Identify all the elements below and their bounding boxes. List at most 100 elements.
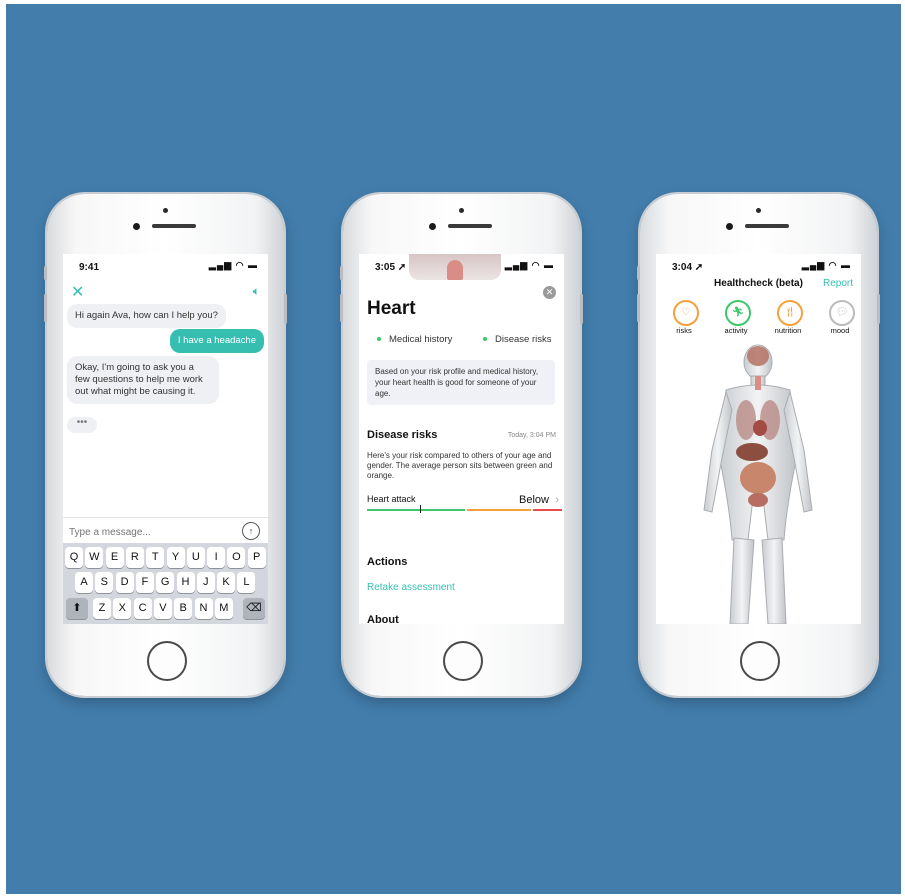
scale-orange [467, 509, 531, 511]
earpiece-speaker [448, 224, 492, 228]
risk-marker [419, 505, 421, 513]
close-icon[interactable]: ✕ [543, 286, 556, 299]
category-label-risks: risks [676, 326, 692, 335]
key-f[interactable]: F [135, 572, 154, 593]
healthcheck-screen: 3:04 ➚ ▂▄▆ ◠ ▬ Healthcheck (beta) Report… [656, 254, 861, 624]
phone-heart: 3:05 ➚ ▂▄▆ ◠ ▬ ✕ Heart Medical history D… [340, 194, 583, 696]
key-x[interactable]: X [113, 598, 132, 619]
key-a[interactable]: A [75, 572, 93, 593]
key-e[interactable]: E [105, 547, 124, 568]
status-bar: 9:41 ▂▄▆ ◠ ▬ [63, 254, 268, 280]
section-title-actions: Actions [367, 556, 408, 568]
status-bar: 3:04 ➚ ▂▄▆ ◠ ▬ [656, 254, 861, 280]
shift-key[interactable]: ⬆ [66, 598, 88, 619]
anatomy-body-illustration[interactable] [656, 340, 861, 624]
message-composer: ↑ [63, 517, 268, 544]
phone-chat: 9:41 ▂▄▆ ◠ ▬ ✕ 🔈︎ Hi again Ava, how can … [44, 194, 287, 696]
tab-disease-risks[interactable]: Disease risks [483, 334, 552, 345]
tab-medical-history[interactable]: Medical history [377, 334, 452, 345]
key-s[interactable]: S [95, 572, 114, 593]
key-y[interactable]: Y [166, 547, 185, 568]
risk-description: Here's your risk compared to others of y… [367, 451, 553, 480]
key-n[interactable]: N [194, 598, 213, 619]
key-v[interactable]: V [153, 598, 172, 619]
key-o[interactable]: O [227, 547, 246, 568]
home-button[interactable] [443, 641, 483, 681]
chat-screen: 9:41 ▂▄▆ ◠ ▬ ✕ 🔈︎ Hi again Ava, how can … [63, 254, 268, 624]
key-i[interactable]: I [207, 547, 226, 568]
key-u[interactable]: U [186, 547, 205, 568]
key-g[interactable]: G [156, 572, 175, 593]
tab-label: Medical history [389, 334, 453, 345]
speaker-icon[interactable]: 🔈︎ [253, 284, 260, 299]
volume-up-button [637, 294, 640, 322]
risk-value: Below [519, 494, 549, 506]
section-title-about: About [367, 614, 399, 624]
speech-bubble-icon[interactable]: 💬︎ [829, 300, 855, 326]
key-z[interactable]: Z [93, 598, 111, 619]
key-p[interactable]: P [247, 547, 266, 568]
risk-label: Heart attack [367, 494, 416, 504]
key-q[interactable]: Q [65, 547, 83, 568]
power-button [877, 294, 880, 324]
mute-switch [340, 266, 343, 280]
report-link[interactable]: Report [823, 278, 853, 289]
key-k[interactable]: K [217, 572, 236, 593]
key-w[interactable]: W [85, 547, 104, 568]
cutlery-icon[interactable]: 🍴︎ [777, 300, 803, 326]
category-label-activity: activity [724, 326, 748, 335]
tab-label: Disease risks [495, 334, 552, 345]
phone-healthcheck: 3:04 ➚ ▂▄▆ ◠ ▬ Healthcheck (beta) Report… [637, 194, 880, 696]
retake-assessment-link[interactable]: Retake assessment [367, 582, 455, 593]
scale-green [367, 509, 465, 511]
status-bar: 3:05 ➚ ▂▄▆ ◠ ▬ [359, 254, 564, 280]
power-button [580, 294, 583, 324]
heart-screen: 3:05 ➚ ▂▄▆ ◠ ▬ ✕ Heart Medical history D… [359, 254, 564, 624]
key-h[interactable]: H [176, 572, 195, 593]
status-time: 3:05 ➚ [375, 262, 407, 273]
key-r[interactable]: R [125, 547, 144, 568]
chevron-right-icon: › [555, 494, 559, 506]
key-l[interactable]: L [237, 572, 256, 593]
volume-up-button [44, 294, 47, 322]
key-t[interactable]: T [146, 547, 165, 568]
earpiece-speaker [745, 224, 789, 228]
risk-item-heart-attack[interactable]: Heart attack Below › [367, 494, 559, 506]
proximity-sensor [459, 208, 464, 213]
backspace-key[interactable]: ⌫ [243, 598, 265, 619]
background: 9:41 ▂▄▆ ◠ ▬ ✕ 🔈︎ Hi again Ava, how can … [6, 4, 901, 894]
key-b[interactable]: B [174, 598, 193, 619]
risk-scale [367, 509, 562, 511]
message-input[interactable] [67, 523, 231, 541]
mute-switch [44, 266, 47, 280]
key-c[interactable]: C [133, 598, 152, 619]
close-icon[interactable]: ✕ [71, 282, 84, 302]
green-dot-icon [483, 337, 487, 342]
key-d[interactable]: D [115, 572, 134, 593]
status-time: 9:41 [79, 262, 100, 273]
front-camera [429, 223, 436, 230]
key-j[interactable]: J [196, 572, 215, 593]
section-title-disease-risks: Disease risks [367, 429, 438, 441]
heart-outline-icon[interactable]: ♡ [673, 300, 699, 326]
status-icons: ▂▄▆ ◠ ▬ [504, 260, 554, 270]
status-time: 3:04 ➚ [672, 262, 704, 273]
page-title: Heart [367, 298, 416, 319]
key-m[interactable]: M [214, 598, 233, 619]
running-icon[interactable]: 🏃︎ [725, 300, 751, 326]
category-label-mood: mood [830, 326, 850, 335]
category-label-nutrition: nutrition [774, 326, 802, 335]
health-summary: Based on your risk profile and medical h… [367, 360, 555, 405]
earpiece-speaker [152, 224, 196, 228]
send-icon[interactable]: ↑ [242, 522, 260, 540]
proximity-sensor [163, 208, 168, 213]
volume-up-button [340, 294, 343, 322]
home-button[interactable] [147, 641, 187, 681]
bot-message: Hi again Ava, how can I help you? [67, 304, 226, 328]
status-icons: ▂▄▆ ◠ ▬ [208, 260, 258, 270]
status-icons: ▂▄▆ ◠ ▬ [801, 260, 851, 270]
mute-switch [637, 266, 640, 280]
front-camera [726, 223, 733, 230]
home-button[interactable] [740, 641, 780, 681]
proximity-sensor [756, 208, 761, 213]
